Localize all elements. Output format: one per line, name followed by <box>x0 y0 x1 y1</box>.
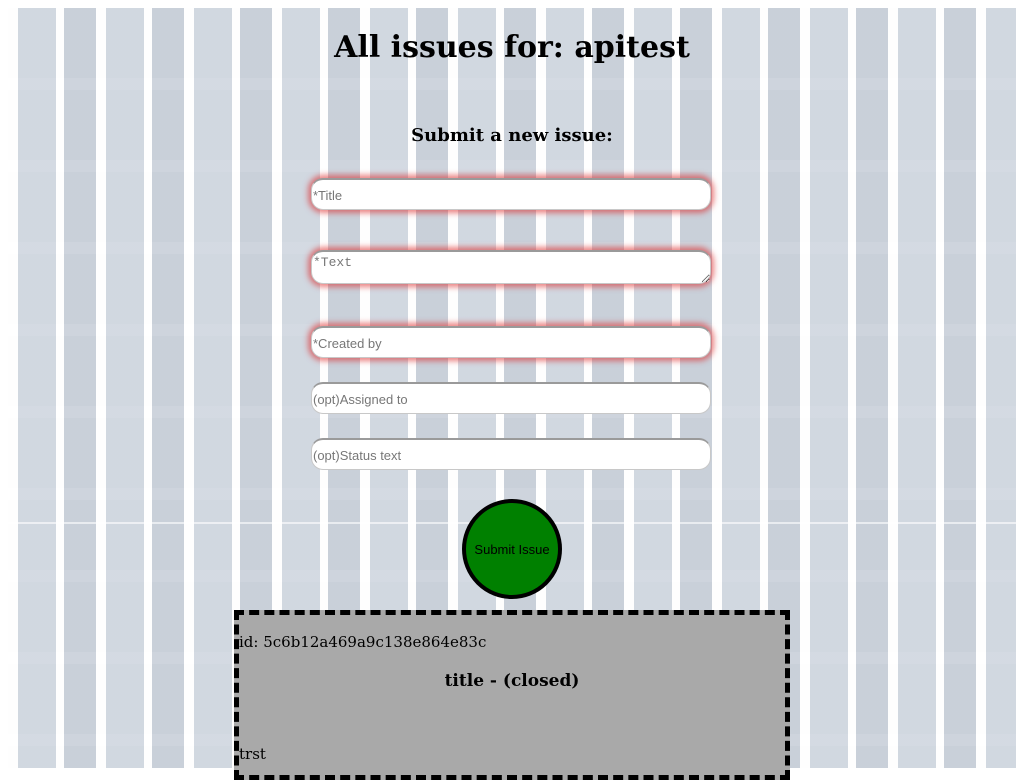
assigned-to-input[interactable] <box>311 382 711 414</box>
status-text-input[interactable] <box>311 438 711 470</box>
created-by-input[interactable] <box>311 326 711 358</box>
issue-title: title - (closed) <box>444 671 580 691</box>
new-issue-form-heading: Submit a new issue: <box>411 125 613 146</box>
submit-issue-button[interactable]: Submit Issue <box>462 499 562 599</box>
issue-text: trst <box>239 745 266 763</box>
page-title: All issues for: apitest <box>334 30 690 65</box>
issue-text-textarea[interactable] <box>311 250 711 284</box>
page-content: All issues for: apitest Submit a new iss… <box>8 8 1016 780</box>
issue-card: id: 5c6b12a469a9c138e864e83c title - (cl… <box>234 610 790 780</box>
issue-title-input[interactable] <box>311 178 711 210</box>
issue-id: id: 5c6b12a469a9c138e864e83c <box>239 633 487 651</box>
